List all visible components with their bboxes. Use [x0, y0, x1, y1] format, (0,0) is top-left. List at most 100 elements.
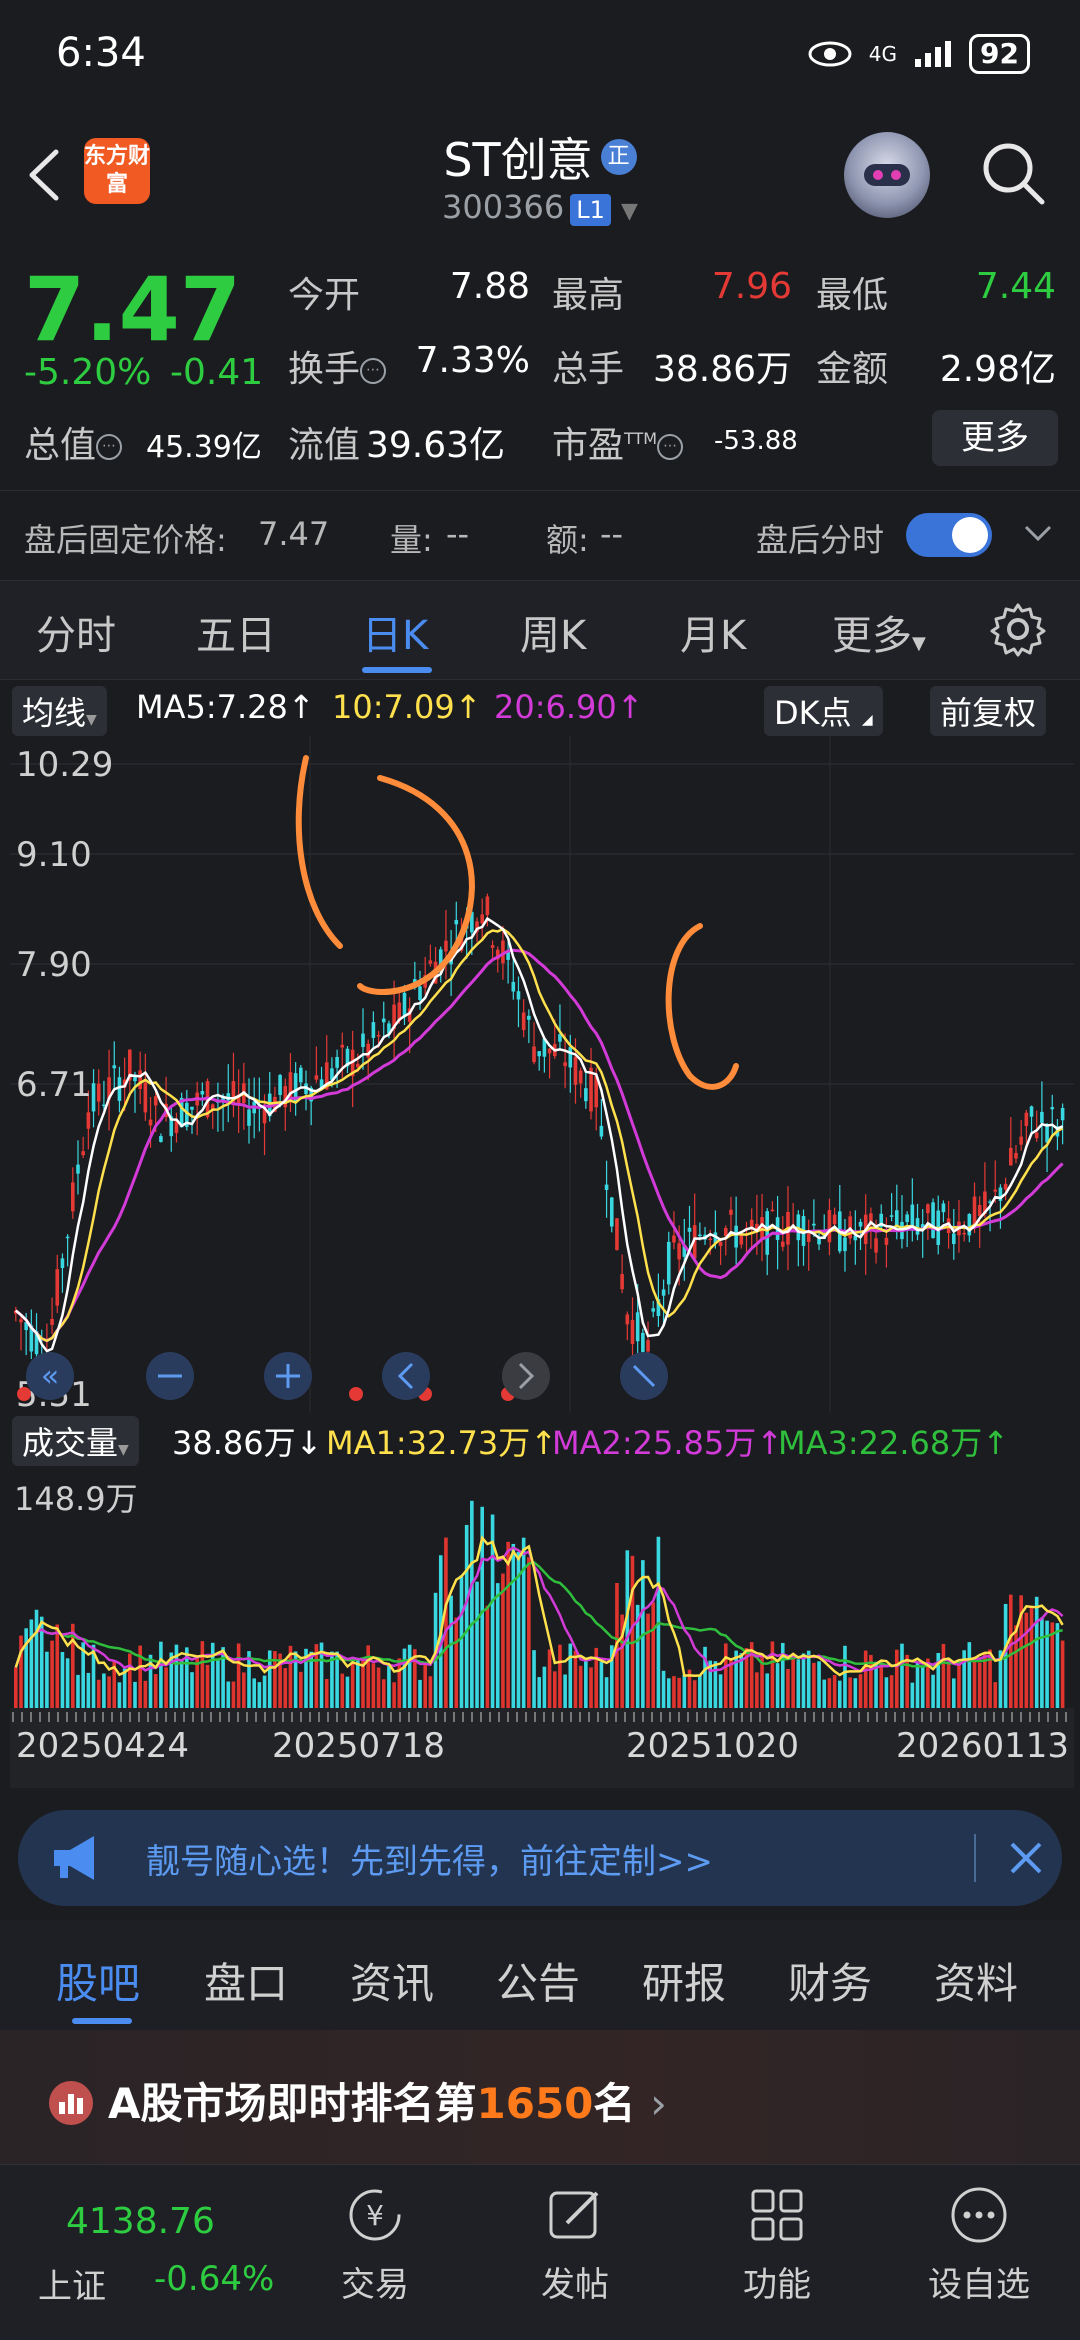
price-tick: 7.90	[16, 945, 92, 985]
promo-banner[interactable]: 靓号随心选！先到先得，前往定制>>	[18, 1810, 1062, 1906]
scroll-left-button[interactable]	[382, 1352, 430, 1400]
index-ticker[interactable]: 4138.76 上证 -0.64%	[0, 2175, 300, 2325]
candle-body	[371, 1022, 376, 1038]
candle-body	[915, 1218, 920, 1235]
ma-type-selector[interactable]: 均线▼	[12, 686, 107, 736]
tab-news[interactable]: 资讯	[350, 1950, 434, 2011]
open-value: 7.88	[449, 266, 530, 307]
tab-financials[interactable]: 财务	[788, 1950, 872, 2011]
volume-bar	[345, 1676, 350, 1708]
market-rank-row[interactable]: A股市场即时排名第1650名 ›	[0, 2030, 1080, 2170]
more-button[interactable]: 更多	[932, 410, 1058, 466]
volume-bar	[506, 1541, 510, 1708]
volume-bar	[164, 1667, 168, 1708]
candle-body	[138, 1070, 142, 1090]
candle-body	[112, 1065, 117, 1069]
pe-label[interactable]: 市盈TTM ⋯	[552, 416, 684, 468]
volume-bar	[599, 1661, 604, 1708]
volume-bar	[822, 1679, 827, 1708]
tab-intraday[interactable]: 分时	[36, 603, 116, 661]
volume-bar	[558, 1644, 562, 1708]
volume-bar	[86, 1672, 91, 1708]
volume-bar	[584, 1660, 588, 1708]
svg-text:¥: ¥	[366, 2199, 384, 2232]
tab-research[interactable]: 研报	[642, 1950, 726, 2011]
candle-body	[615, 1218, 619, 1250]
volume-bar	[718, 1674, 723, 1708]
candle-body	[708, 1238, 713, 1241]
candle-body	[418, 986, 422, 1001]
volume-bar	[14, 1667, 18, 1708]
tab-five-day[interactable]: 五日	[196, 603, 276, 661]
tab-weekly-k[interactable]: 周K	[520, 603, 586, 661]
candle-body	[563, 1062, 567, 1067]
candle-body	[153, 1096, 158, 1106]
fullscreen-button[interactable]	[620, 1352, 668, 1400]
dk-point-button[interactable]: DK点 ◢	[764, 686, 883, 736]
volume-bar	[677, 1677, 681, 1708]
scroll-start-button[interactable]: «	[26, 1352, 74, 1400]
volume-bar	[666, 1678, 671, 1708]
candle-body	[646, 1340, 650, 1352]
tab-profile[interactable]: 资料	[934, 1950, 1018, 2011]
volume-bar	[578, 1665, 583, 1708]
nav-post[interactable]: 发帖	[500, 2183, 650, 2306]
assistant-avatar[interactable]	[844, 132, 930, 218]
volume-bar	[283, 1668, 288, 1708]
volume-bar	[843, 1645, 847, 1708]
nav-add-watchlist[interactable]: 设自选	[904, 2183, 1054, 2306]
volume-indicator-selector[interactable]: 成交量▼	[12, 1416, 139, 1466]
zoom-out-button[interactable]	[146, 1352, 194, 1400]
candle-body	[765, 1211, 770, 1255]
kline-chart[interactable]: 10.29 9.10 7.90 6.71 5.51 «	[10, 736, 1074, 1412]
candle-body	[827, 1210, 832, 1243]
candle-body	[361, 1033, 365, 1048]
volume-bar	[350, 1658, 355, 1708]
tab-order-book[interactable]: 盘口	[204, 1950, 288, 2011]
after-hours-bar: 盘后固定价格: 7.47 量: -- 额: -- 盘后分时	[0, 490, 1080, 580]
volume-chart[interactable]: 148.9万	[10, 1468, 1074, 1708]
ma10-value: 10:7.09↑	[332, 688, 482, 726]
after-hours-toggle[interactable]	[906, 513, 992, 557]
candle-body	[967, 1214, 972, 1236]
nav-trade[interactable]: ¥ 交易	[300, 2183, 450, 2306]
candle-body	[677, 1243, 681, 1260]
tab-daily-k[interactable]: 日K	[362, 603, 428, 661]
candle-body	[578, 1070, 583, 1084]
volume-bar	[423, 1663, 427, 1708]
gear-icon[interactable]	[990, 601, 1046, 657]
section-tabs: 股吧 盘口 资讯 公告 研报 财务 资料	[0, 1920, 1080, 2030]
date-label: 20251020	[626, 1726, 800, 1766]
candle-body	[247, 1109, 251, 1126]
turnover-label[interactable]: 换手 ⋯	[288, 340, 387, 392]
candle-body	[444, 940, 448, 952]
tab-forum[interactable]: 股吧	[56, 1950, 140, 2011]
candle-body	[1050, 1107, 1055, 1110]
volume-bar	[252, 1678, 256, 1708]
volume-bar	[376, 1667, 381, 1708]
volume-bar	[692, 1680, 697, 1708]
candle-body	[651, 1308, 656, 1312]
close-icon[interactable]	[1002, 1834, 1050, 1882]
search-icon[interactable]	[978, 138, 1048, 208]
tab-more[interactable]: 更多▼	[832, 603, 926, 661]
zoom-in-button[interactable]	[264, 1352, 312, 1400]
adjust-mode-button[interactable]: 前复权	[930, 686, 1047, 736]
tab-monthly-k[interactable]: 月K	[680, 603, 746, 661]
volume-bar	[625, 1550, 630, 1708]
nav-functions[interactable]: 功能	[702, 2183, 852, 2306]
volume-bar	[812, 1662, 816, 1708]
eye-icon	[808, 41, 852, 67]
candle-body	[200, 1091, 205, 1095]
volume-bar	[205, 1664, 210, 1708]
date-ticks	[12, 1712, 1072, 1722]
volume-bar	[1045, 1620, 1049, 1708]
volume-bar	[1040, 1617, 1044, 1708]
scroll-right-button[interactable]	[502, 1352, 550, 1400]
volume-bar	[786, 1668, 790, 1708]
stock-code: 300366	[442, 188, 565, 226]
yen-cycle-icon: ¥	[349, 2189, 401, 2241]
mktcap-label[interactable]: 总值 ⋯	[24, 416, 123, 468]
tab-announcements[interactable]: 公告	[496, 1950, 580, 2011]
chevron-down-icon[interactable]	[1020, 515, 1056, 551]
